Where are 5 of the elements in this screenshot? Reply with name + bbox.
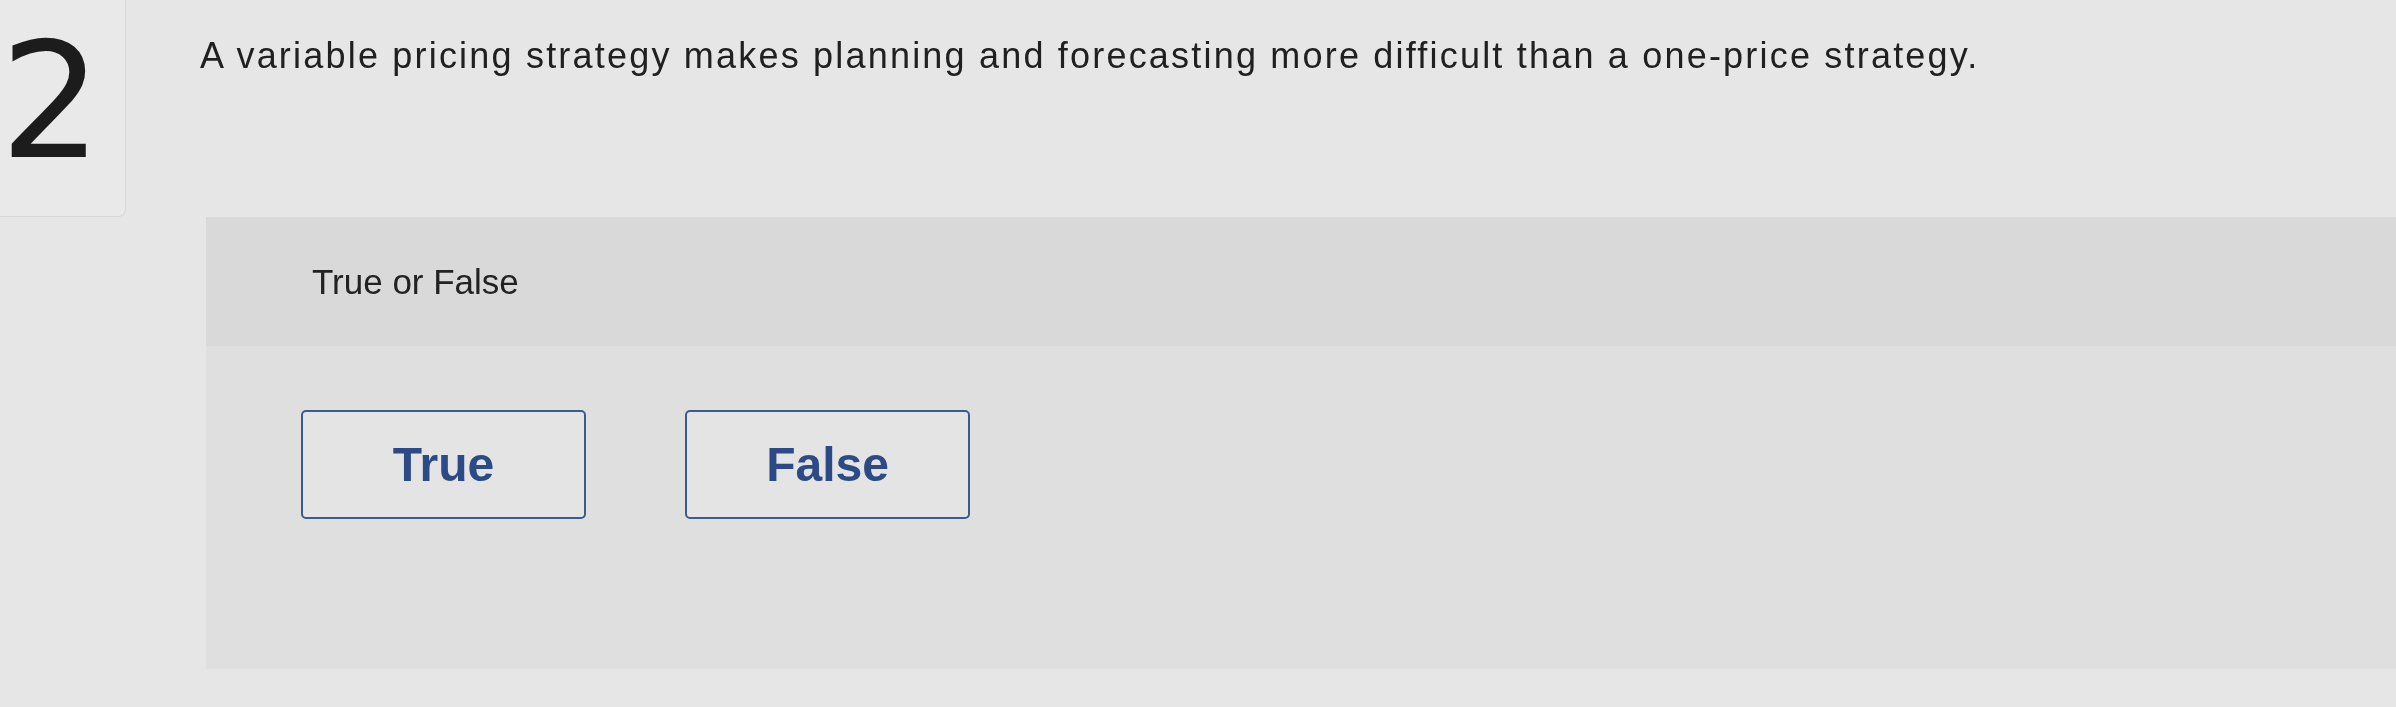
question-number: 2: [0, 12, 102, 192]
question-text: A variable pricing strategy makes planning and forecasting more difficult than a one-price strategy.: [200, 35, 1980, 77]
answer-option-button[interactable]: True: [301, 410, 586, 519]
answer-option-button[interactable]: False: [685, 410, 970, 519]
prompt-text: True or False: [312, 261, 519, 303]
